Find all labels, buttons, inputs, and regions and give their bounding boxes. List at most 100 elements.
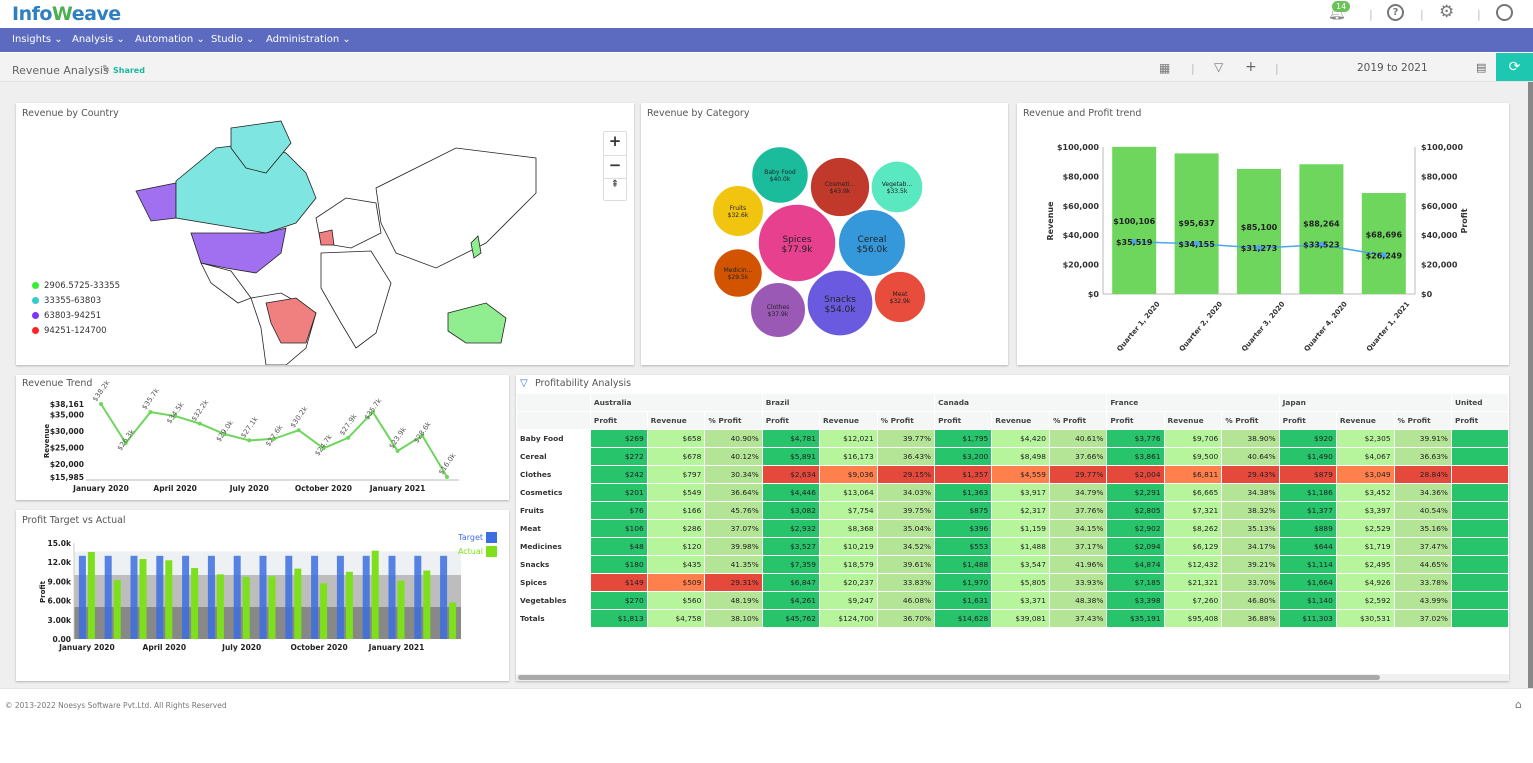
widget-title: Profitability Analysis: [535, 378, 632, 389]
legend-item[interactable]: 2906.5725-33355: [32, 278, 120, 293]
actual-bar: [268, 576, 276, 639]
zoom-out-button[interactable]: −: [604, 155, 626, 178]
measure-header[interactable]: Revenue: [818, 411, 878, 430]
country-header[interactable]: United: [1450, 393, 1509, 412]
bubble-label: Snacks: [824, 295, 856, 305]
table-cell: $1,664: [1278, 573, 1337, 592]
data-label: $27.1k: [239, 414, 260, 439]
logo[interactable]: InfoWeave: [12, 3, 121, 25]
table-cell: $9,500: [1163, 447, 1223, 466]
copyright-text: © 2013-2022 Noesys Software Pvt.Ltd. All…: [5, 701, 227, 710]
date-range[interactable]: 2019 to 2021: [1357, 62, 1428, 74]
measure-header[interactable]: Revenue: [646, 411, 706, 430]
measure-header[interactable]: Profit: [1278, 411, 1337, 430]
bubble-label: Spices: [782, 235, 811, 245]
measure-header[interactable]: % Profit: [1048, 411, 1108, 430]
measure-header[interactable]: Revenue: [1335, 411, 1395, 430]
country-header[interactable]: Australia: [589, 393, 763, 412]
measure-header-row: Profit Revenue% Profit Profit Revenue% Prof…: [516, 411, 1509, 430]
nav-insights[interactable]: Insights ⌄: [12, 34, 63, 45]
settings-icon[interactable]: ⚙: [1439, 2, 1454, 22]
measure-header[interactable]: Profit: [1106, 411, 1165, 430]
map-region-africa: [320, 250, 392, 349]
actual-bar: [139, 559, 147, 639]
app-header: InfoWeave 🔔︎ 14 | ? | ⚙ |: [0, 0, 1533, 28]
table-cell: 29.77%: [1048, 465, 1108, 484]
filter-icon[interactable]: ▽: [1214, 60, 1223, 74]
data-point: [148, 410, 153, 415]
measure-header[interactable]: % Profit: [1393, 411, 1452, 430]
table-cell: 30.34%: [704, 465, 763, 484]
table-cell: 39.75%: [876, 501, 936, 520]
profit-data-label: $33,523: [1303, 241, 1339, 250]
table-cell: $6,847: [761, 573, 820, 592]
actual-bar: [371, 550, 379, 639]
country-header[interactable]: Canada: [934, 393, 1108, 412]
table-cell: $3,082: [761, 501, 820, 520]
legend-item[interactable]: 33355-63803: [32, 293, 120, 308]
table-cell: $3,861: [1106, 447, 1165, 466]
revenue-data-label: $100,106: [1113, 217, 1155, 226]
nav-studio[interactable]: Studio ⌄: [211, 34, 254, 45]
divider: |: [1191, 62, 1195, 75]
table-row: Snacks $180 $435 41.35% $7,359 $18,579 39.61% $…: [516, 555, 1509, 574]
table-cell: 39.61%: [876, 555, 936, 574]
country-header[interactable]: Japan: [1278, 393, 1452, 412]
target-widget: Profit Target vs Actual 0.00 3.00k 6.00k 9.…: [16, 510, 509, 681]
bubble-value: $40.0k: [770, 176, 791, 183]
row-label: Snacks: [516, 555, 591, 574]
measure-header[interactable]: Profit: [761, 411, 820, 430]
table-cell: $435: [646, 555, 706, 574]
home-icon[interactable]: ⌂: [1515, 698, 1522, 711]
row-label: Cosmetics: [516, 483, 591, 502]
measure-header[interactable]: % Profit: [704, 411, 763, 430]
table-cell: $7,260: [1163, 591, 1223, 610]
plus-icon[interactable]: +: [1245, 59, 1257, 75]
measure-header[interactable]: Profit: [589, 411, 648, 430]
country-header[interactable]: France: [1106, 393, 1280, 412]
table-cell: $7,754: [818, 501, 878, 520]
legend-label: Target: [457, 533, 483, 542]
nav-analysis[interactable]: Analysis ⌄: [72, 34, 125, 45]
table-cell: $286: [646, 519, 706, 538]
measure-header[interactable]: % Profit: [1221, 411, 1280, 430]
grid-icon[interactable]: ▦: [1159, 61, 1170, 75]
filter-icon[interactable]: ▽: [520, 378, 528, 389]
nav-automation[interactable]: Automation ⌄: [135, 34, 205, 45]
legend-item[interactable]: 63803-94251: [32, 308, 120, 323]
edit-icon[interactable]: ✎: [102, 64, 110, 75]
table-cell: $106: [589, 519, 648, 538]
bubble-label: Fruits: [730, 205, 746, 212]
main-nav: Insights ⌄ Analysis ⌄ Automation ⌄ Studi…: [0, 28, 1533, 52]
table-cell: $1,114: [1278, 555, 1337, 574]
legend-item[interactable]: 94251-124700: [32, 323, 120, 338]
notification-badge: 14: [1332, 1, 1351, 12]
shared-link[interactable]: Shared: [113, 66, 145, 75]
target-bar: [414, 555, 422, 639]
vertical-scrollbar[interactable]: [1528, 82, 1533, 688]
target-bar: [156, 555, 164, 639]
table-cell: 45.76%: [704, 501, 763, 520]
y-tick-label: $38,161: [50, 400, 84, 409]
measure-header[interactable]: Revenue: [1163, 411, 1223, 430]
zoom-in-button[interactable]: +: [604, 132, 626, 155]
help-icon[interactable]: ?: [1387, 4, 1404, 21]
table-cell: 34.52%: [876, 537, 936, 556]
table-cell: $879: [1278, 465, 1337, 484]
user-icon[interactable]: [1496, 4, 1513, 21]
nav-administration[interactable]: Administration ⌄: [266, 34, 351, 45]
table-cell: 33.78%: [1393, 573, 1452, 592]
horizontal-scrollbar[interactable]: [516, 674, 1509, 681]
measure-header[interactable]: % Profit: [876, 411, 936, 430]
country-header[interactable]: Brazil: [761, 393, 936, 412]
table-cell: $5,805: [991, 573, 1050, 592]
measure-header[interactable]: Profit: [1450, 411, 1509, 430]
measure-header[interactable]: Profit: [934, 411, 993, 430]
calendar-icon[interactable]: ▤: [1476, 61, 1486, 74]
refresh-button[interactable]: ⟳: [1496, 53, 1533, 81]
measure-header[interactable]: Revenue: [991, 411, 1050, 430]
y-tick-label: $15,985: [50, 473, 84, 482]
reset-zoom-button[interactable]: ⇞: [604, 178, 626, 200]
scrollbar-thumb[interactable]: [518, 675, 1380, 680]
table-cell: $1,186: [1278, 483, 1337, 502]
